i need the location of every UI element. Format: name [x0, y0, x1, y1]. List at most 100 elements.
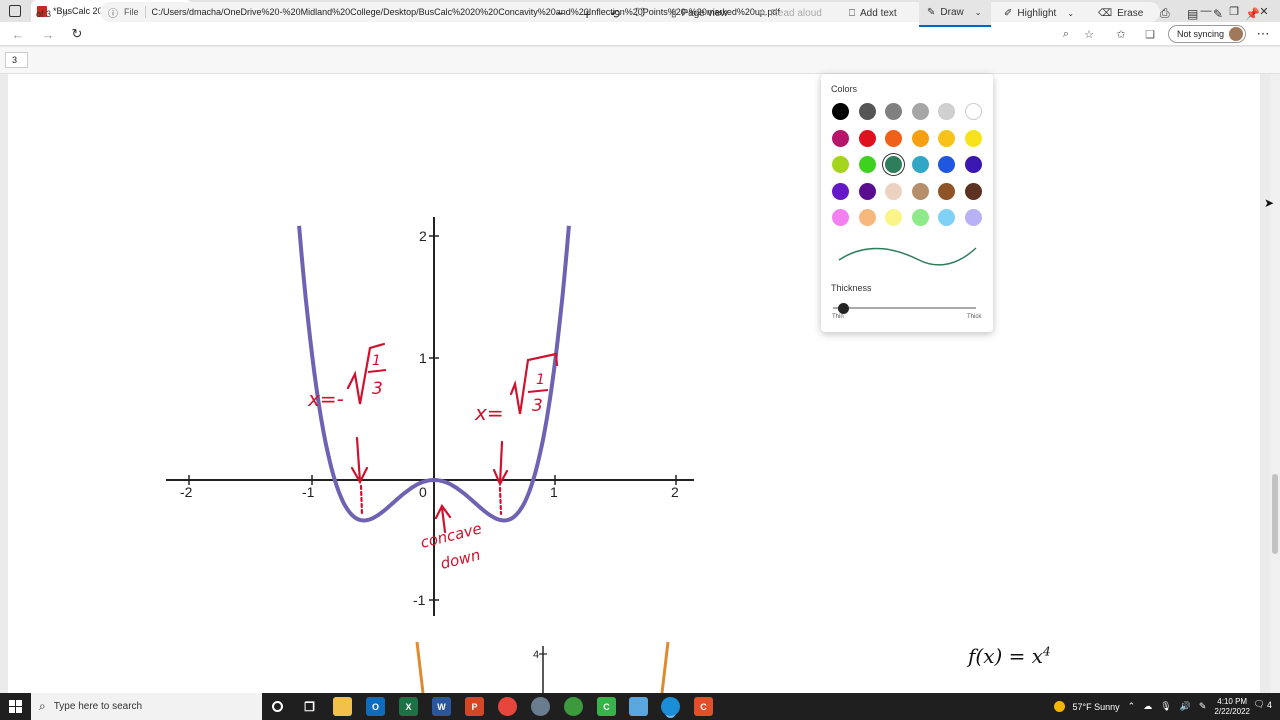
color-swatch[interactable]	[832, 156, 849, 174]
camtasia-icon[interactable]: C	[597, 697, 616, 716]
color-swatch[interactable]	[832, 129, 849, 147]
next-graph-curve-right	[660, 641, 670, 693]
color-swatch[interactable]	[885, 182, 902, 200]
color-swatch[interactable]	[938, 103, 955, 120]
outlook-icon[interactable]: O	[366, 697, 385, 716]
favorites-icon[interactable]: ✩	[1112, 25, 1130, 43]
refresh-icon[interactable]: ↻	[68, 25, 86, 43]
x-tick-label: 2	[671, 484, 679, 500]
annotation-text: x=- 1 3 x= 1 3 concave down	[307, 353, 549, 573]
profile-button[interactable]: Not syncing	[1168, 25, 1246, 43]
search-icon[interactable]: ⌕	[62, 0, 69, 27]
color-swatch[interactable]	[832, 209, 849, 227]
chevron-up-icon[interactable]: ⌃	[1128, 701, 1136, 712]
add-text-button[interactable]: ⎕ Add text	[849, 0, 897, 27]
start-icon[interactable]	[9, 700, 22, 713]
color-swatch[interactable]	[964, 182, 982, 200]
weather-text[interactable]: 57°F Sunny	[1073, 702, 1120, 712]
powerpoint-icon[interactable]: P	[465, 697, 484, 716]
edge-icon[interactable]	[661, 697, 680, 716]
save-icon[interactable]: ▤	[1187, 0, 1198, 27]
taskbar-search[interactable]: ⌕ Type here to search	[31, 693, 262, 720]
zoom-in-icon[interactable]: +	[583, 0, 591, 27]
app-icon[interactable]	[531, 697, 550, 716]
pdf-toolbar	[0, 47, 1280, 74]
erase-button[interactable]: ⌫ Erase	[1098, 0, 1143, 27]
color-swatch[interactable]	[911, 156, 929, 174]
formula-exponent: 4	[1043, 644, 1051, 659]
snagit-icon[interactable]: C	[694, 697, 713, 716]
notification-icon: 🗨	[1253, 699, 1265, 709]
color-swatch[interactable]	[885, 209, 902, 227]
x-tick-label: -2	[180, 484, 193, 500]
highlight-button[interactable]: ✐ Highlight ⌄	[1004, 0, 1074, 27]
rotate-icon[interactable]: ⟲	[610, 0, 620, 27]
word-icon[interactable]: W	[432, 697, 451, 716]
color-swatch[interactable]	[938, 209, 955, 227]
microphone-icon[interactable]: 🎙	[1160, 701, 1171, 712]
notification-button[interactable]: 🗨 4	[1254, 699, 1272, 710]
color-swatch[interactable]	[911, 209, 929, 227]
draw-button[interactable]: ✎ Draw ⌄	[919, 0, 991, 27]
color-swatch[interactable]	[885, 129, 902, 147]
color-swatch[interactable]	[858, 103, 876, 120]
color-swatch[interactable]	[938, 156, 955, 174]
more-options-icon[interactable]: ⋯	[1254, 25, 1272, 43]
vertical-scrollbar[interactable]	[1270, 74, 1280, 693]
onedrive-icon[interactable]: ☁	[1143, 701, 1152, 712]
color-swatch[interactable]	[885, 103, 902, 120]
color-swatch[interactable]	[911, 129, 929, 147]
window-menu-icon[interactable]	[9, 5, 21, 17]
chevron-down-icon[interactable]: ⌄	[1067, 9, 1074, 18]
color-swatch[interactable]	[964, 103, 982, 120]
color-swatch[interactable]	[964, 209, 982, 227]
zoom-icon[interactable]: ⌕	[1057, 25, 1075, 43]
zoom-out-icon[interactable]: −	[557, 0, 565, 27]
pin-icon[interactable]: 📌	[1245, 0, 1260, 27]
volume-icon[interactable]: 🔊	[1180, 701, 1191, 712]
address-scheme: File	[124, 7, 139, 17]
read-aloud-button[interactable]: A Read aloud	[759, 0, 822, 27]
collections-icon[interactable]: ❏	[1141, 25, 1159, 43]
page-view-button[interactable]: ▯ Page view	[671, 0, 728, 27]
favorite-add-icon[interactable]: ☆	[1080, 25, 1098, 43]
print-icon[interactable]: ⎙	[1160, 0, 1170, 27]
pen-icon[interactable]: ✎	[1199, 701, 1207, 712]
pdf-viewport: -2 -1 0 1 2 2 1 -1 x=- 1 3 x= 1 3 concav…	[0, 74, 1270, 693]
save-as-icon[interactable]: ✎	[1213, 0, 1223, 27]
color-swatch[interactable]	[858, 209, 876, 227]
color-swatch[interactable]	[938, 129, 955, 147]
color-swatch[interactable]	[964, 156, 982, 174]
color-swatch[interactable]	[885, 156, 902, 174]
color-swatch[interactable]	[832, 182, 849, 200]
y-tick-label: -1	[413, 592, 426, 608]
color-swatch[interactable]	[858, 129, 876, 147]
clock[interactable]: 4:10 PM 2/22/2022	[1214, 697, 1250, 717]
page-number-input[interactable]: 3	[5, 52, 28, 68]
weather-icon[interactable]	[1053, 701, 1065, 712]
cortana-icon[interactable]	[268, 697, 287, 716]
fit-page-icon[interactable]: ⛶	[636, 0, 644, 27]
color-swatch[interactable]	[911, 103, 929, 120]
thickness-slider[interactable]	[833, 307, 976, 309]
xbox-icon[interactable]	[564, 697, 583, 716]
chevron-down-icon[interactable]: ⌄	[975, 8, 982, 17]
address-bar[interactable]: ⓘ File C:/Users/dmacha/OneDrive%20-%20Mi…	[100, 2, 1160, 22]
color-swatch[interactable]	[911, 182, 929, 200]
scrollbar-thumb[interactable]	[1272, 474, 1278, 554]
color-swatch[interactable]	[858, 182, 876, 200]
file-explorer-icon[interactable]	[333, 697, 352, 716]
forward-icon[interactable]: →	[39, 25, 57, 43]
color-swatch[interactable]	[832, 103, 849, 120]
chrome-icon[interactable]	[498, 697, 517, 716]
next-graph-tick: 4	[533, 649, 539, 661]
notes-icon[interactable]	[629, 697, 648, 716]
thickness-slider-handle[interactable]	[838, 303, 849, 314]
back-icon[interactable]: ←	[9, 25, 27, 43]
task-view-icon[interactable]: ❐	[300, 697, 319, 716]
annotation-left-x: x=-	[307, 387, 344, 411]
color-swatch[interactable]	[858, 156, 876, 174]
color-swatch[interactable]	[938, 182, 955, 200]
excel-icon[interactable]: X	[399, 697, 418, 716]
color-swatch[interactable]	[964, 129, 982, 147]
